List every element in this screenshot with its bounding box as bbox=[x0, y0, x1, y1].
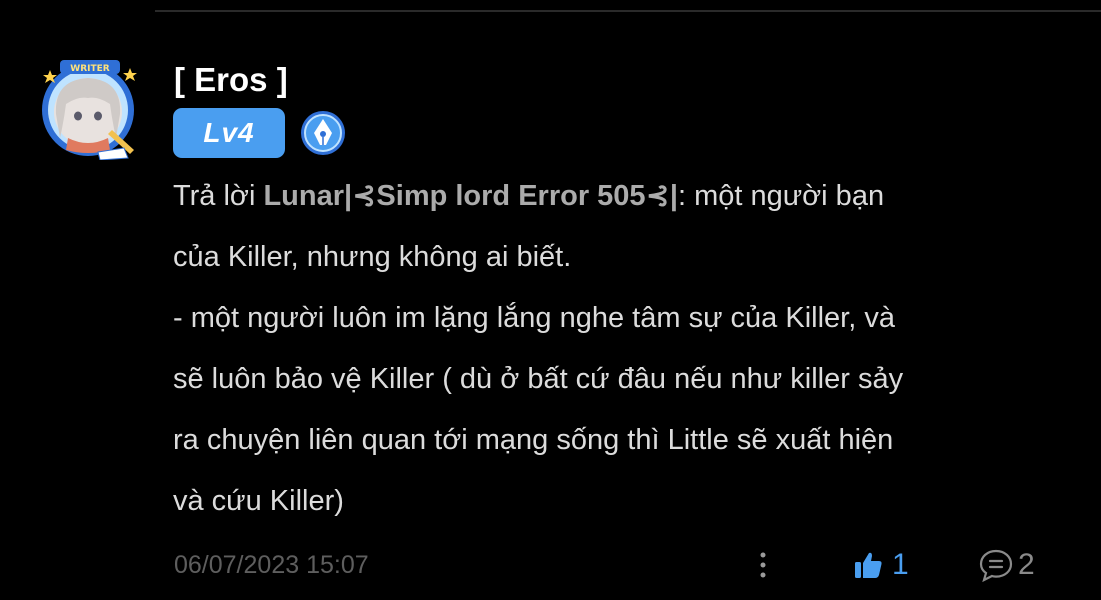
like-button[interactable]: 1 bbox=[852, 545, 909, 585]
thumbs-up-icon bbox=[855, 552, 882, 578]
level-badge: Lv4 bbox=[173, 108, 285, 158]
avatar[interactable]: WRITER bbox=[38, 58, 146, 161]
comment-line-1: Trả lời Lunar|⊰Simp lord Error 505⊰|: mộ… bbox=[173, 166, 1053, 227]
comment-button[interactable]: 2 bbox=[978, 545, 1035, 585]
comment-line: và cứu Killer) bbox=[173, 485, 344, 517]
top-divider bbox=[155, 10, 1101, 12]
comment-count: 2 bbox=[1018, 548, 1035, 581]
username[interactable]: [ Eros ] bbox=[174, 60, 288, 100]
comment-line: ra chuyện liên quan tới mạng sống thì Li… bbox=[173, 424, 894, 456]
pen-nib-icon bbox=[299, 109, 347, 157]
like-count: 1 bbox=[892, 548, 909, 581]
reply-to-user[interactable]: Lunar|⊰Simp lord Error 505⊰| bbox=[263, 180, 678, 212]
comment-line: của Killer, nhưng không ai biết. bbox=[173, 241, 572, 273]
comment-body: Trả lời Lunar|⊰Simp lord Error 505⊰|: mộ… bbox=[173, 166, 1053, 532]
vertical-dots-icon bbox=[760, 552, 766, 578]
reply-prefix: Trả lời bbox=[173, 180, 264, 212]
timestamp: 06/07/2023 15:07 bbox=[174, 551, 369, 579]
comment-bubble-icon bbox=[979, 549, 1013, 583]
comment-line: - một người luôn im lặng lắng nghe tâm s… bbox=[173, 302, 895, 334]
comment-text: : một người bạn bbox=[677, 180, 885, 212]
writer-frame-avatar-icon: WRITER bbox=[42, 60, 137, 161]
comment-line: sẽ luôn bảo vệ Killer ( dù ở bất cứ đâu … bbox=[173, 363, 904, 395]
more-options-button[interactable] bbox=[750, 547, 776, 583]
frame-label: WRITER bbox=[70, 64, 109, 74]
